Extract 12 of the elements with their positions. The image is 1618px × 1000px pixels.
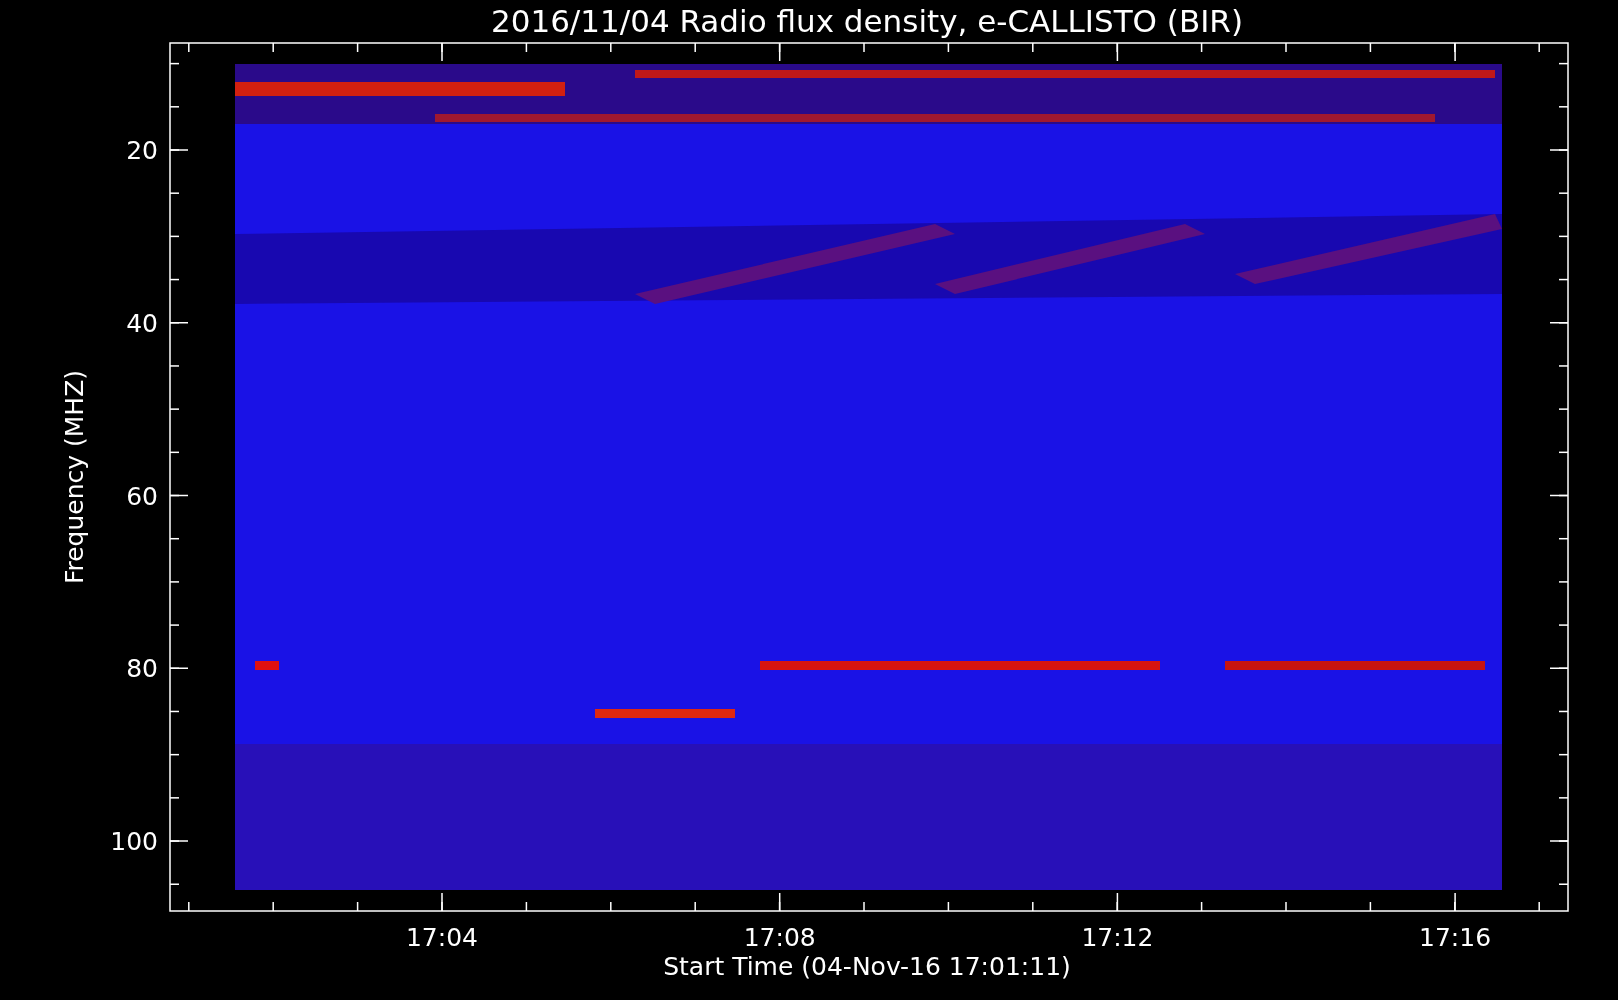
- chart-title: 2016/11/04 Radio flux density, e-CALLISTO (BIR): [491, 3, 1243, 39]
- x-tick-label: 17:08: [743, 923, 816, 952]
- y-tick-label: 60: [126, 481, 158, 511]
- y-tick-label: 20: [126, 136, 158, 165]
- y-tick-label: 80: [126, 654, 158, 684]
- y-tick-label: 40: [126, 308, 158, 338]
- x-tick-label: 17:04: [406, 923, 478, 952]
- x-tick-label: 17:12: [1081, 923, 1154, 952]
- x-axis-label: Start Time (04-Nov-16 17:01:11): [663, 952, 1071, 981]
- y-tick-label: 100: [110, 827, 158, 856]
- y-axis-label: Frequency (MHZ): [60, 369, 89, 585]
- x-tick-label: 17:16: [1419, 923, 1492, 952]
